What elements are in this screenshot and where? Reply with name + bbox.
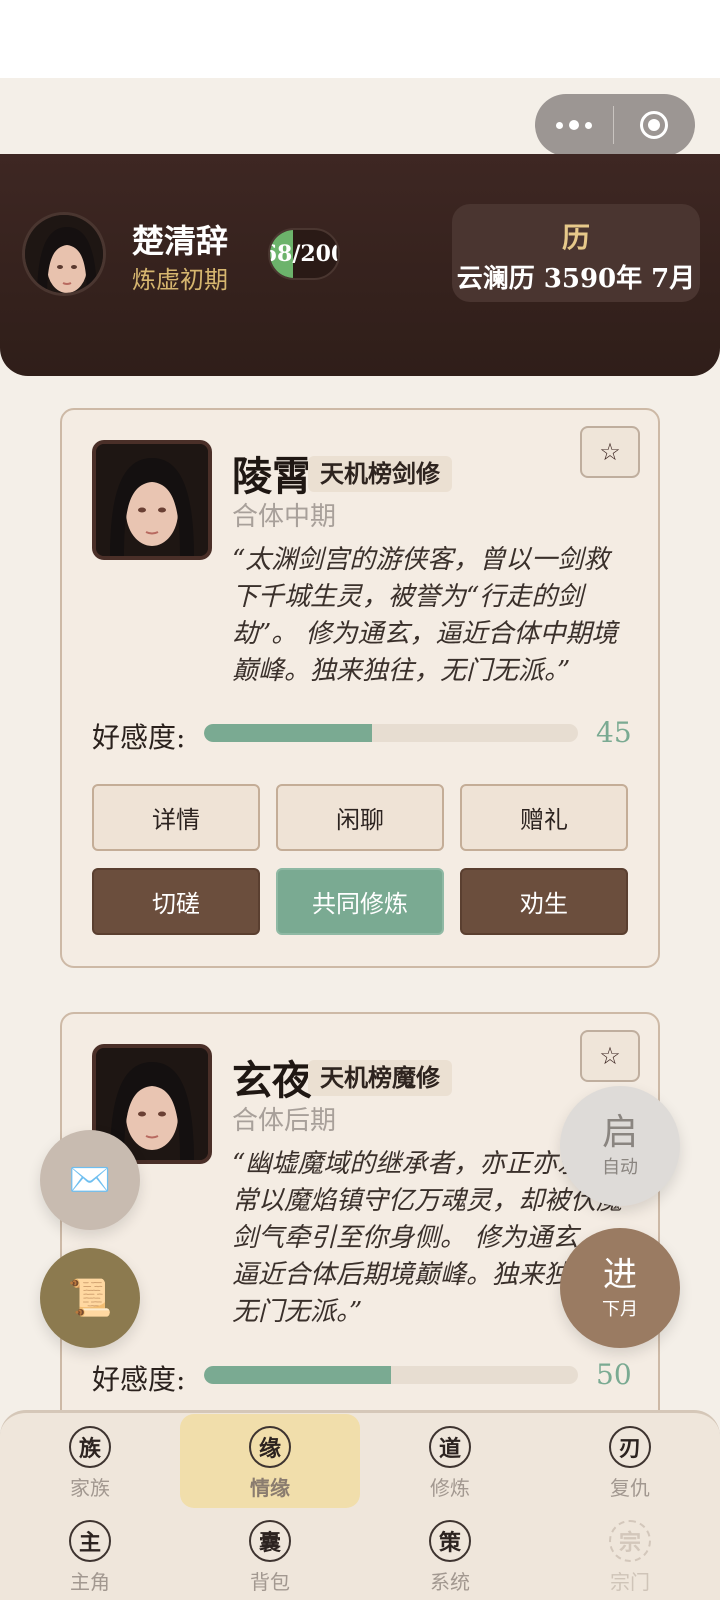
target-circle-icon[interactable] — [614, 94, 694, 156]
persuade-button[interactable]: 劝生 — [460, 868, 628, 935]
affection-bar — [204, 724, 578, 742]
nav-item-revenge[interactable]: 刃 复仇 — [570, 1426, 690, 1501]
nav-label: 系统 — [430, 1570, 470, 1594]
cultivation-progress: 68/200 — [268, 228, 340, 280]
details-button[interactable]: 详情 — [92, 784, 260, 851]
nav-label: 修炼 — [430, 1476, 470, 1500]
auto-glyph: 启 — [601, 1112, 638, 1153]
player-realm: 炼虚初期 — [132, 266, 228, 294]
next-glyph: 进 — [603, 1255, 637, 1295]
character-portrait[interactable] — [92, 440, 212, 560]
nav-item-protagonist[interactable]: 主 主角 — [30, 1520, 150, 1595]
co-cultivate-button[interactable]: 共同修炼 — [276, 868, 444, 935]
character-realm: 合体后期 — [232, 1106, 337, 1136]
cultivation-icon: 道 — [429, 1426, 471, 1468]
nav-item-bag[interactable]: 囊 背包 — [210, 1520, 330, 1595]
revenge-icon: 刃 — [609, 1426, 651, 1468]
nav-item-cultivation[interactable]: 道 修炼 — [390, 1426, 510, 1501]
nav-label: 宗门 — [610, 1570, 650, 1594]
nav-item-sect[interactable]: 宗 宗门 — [570, 1520, 690, 1595]
player-avatar[interactable] — [22, 212, 106, 296]
romance-icon: 缘 — [249, 1426, 291, 1468]
nav-item-system[interactable]: 策 系统 — [390, 1520, 510, 1595]
character-description: “太渊剑宫的游侠客，曾以一剑救 下千城生灵，被誉为“行走的剑 劫”。 修为通玄，… — [232, 545, 618, 686]
family-icon: 族 — [69, 1426, 111, 1468]
next-month-button[interactable]: 进 下月 — [560, 1228, 680, 1348]
affection-bar — [204, 1366, 578, 1384]
player-name: 楚清辞 — [132, 222, 229, 260]
auto-button[interactable]: 启 自动 — [560, 1086, 680, 1206]
calendar-panel[interactable]: 历 云澜历 3590年 7月 — [452, 204, 700, 302]
character-name: 陵霄 — [232, 453, 312, 500]
nav-label: 情缘 — [250, 1476, 290, 1500]
calendar-icon: 历 — [561, 221, 590, 254]
chat-button[interactable]: 闲聊 — [276, 784, 444, 851]
character-name: 玄夜 — [232, 1057, 312, 1104]
mail-button[interactable]: ✉️ — [40, 1130, 140, 1230]
affection-fill — [204, 724, 373, 742]
spar-button[interactable]: 切磋 — [92, 868, 260, 935]
character-realm: 合体中期 — [232, 502, 337, 532]
nav-label: 主角 — [70, 1570, 110, 1594]
more-dots-icon[interactable] — [535, 94, 613, 156]
gift-button[interactable]: 赠礼 — [460, 784, 628, 851]
affection-fill — [204, 1366, 391, 1384]
favorite-star-button[interactable]: ☆ — [580, 426, 640, 478]
sect-icon: 宗 — [609, 1520, 651, 1562]
scroll-icon: 📜 — [67, 1278, 113, 1319]
status-bar-area — [0, 0, 720, 78]
auto-label: 自动 — [602, 1157, 638, 1178]
affection-value: 50 — [596, 1358, 632, 1391]
affection-label: 好感度: — [92, 721, 186, 754]
favorite-star-button[interactable]: ☆ — [580, 1030, 640, 1082]
bag-icon: 囊 — [249, 1520, 291, 1562]
character-title-tag: 天机榜剑修 — [308, 456, 452, 492]
affection-label: 好感度: — [92, 1363, 186, 1396]
calendar-date: 云澜历 3590年 7月 — [456, 264, 696, 294]
nav-label: 家族 — [70, 1476, 110, 1500]
miniprogram-capsule — [535, 94, 695, 156]
nav-label: 复仇 — [610, 1476, 650, 1500]
scroll-button[interactable]: 📜 — [40, 1248, 140, 1348]
nav-item-romance[interactable]: 缘 情缘 — [210, 1426, 330, 1501]
affection-value: 45 — [596, 716, 632, 749]
progress-text: 68/200 — [270, 241, 338, 267]
protagonist-icon: 主 — [69, 1520, 111, 1562]
next-label: 下月 — [602, 1299, 638, 1320]
character-title-tag: 天机榜魔修 — [308, 1060, 452, 1096]
nav-item-family[interactable]: 族 家族 — [30, 1426, 150, 1501]
system-icon: 策 — [429, 1520, 471, 1562]
nav-label: 背包 — [250, 1570, 290, 1594]
mail-icon: ✉️ — [68, 1160, 112, 1200]
